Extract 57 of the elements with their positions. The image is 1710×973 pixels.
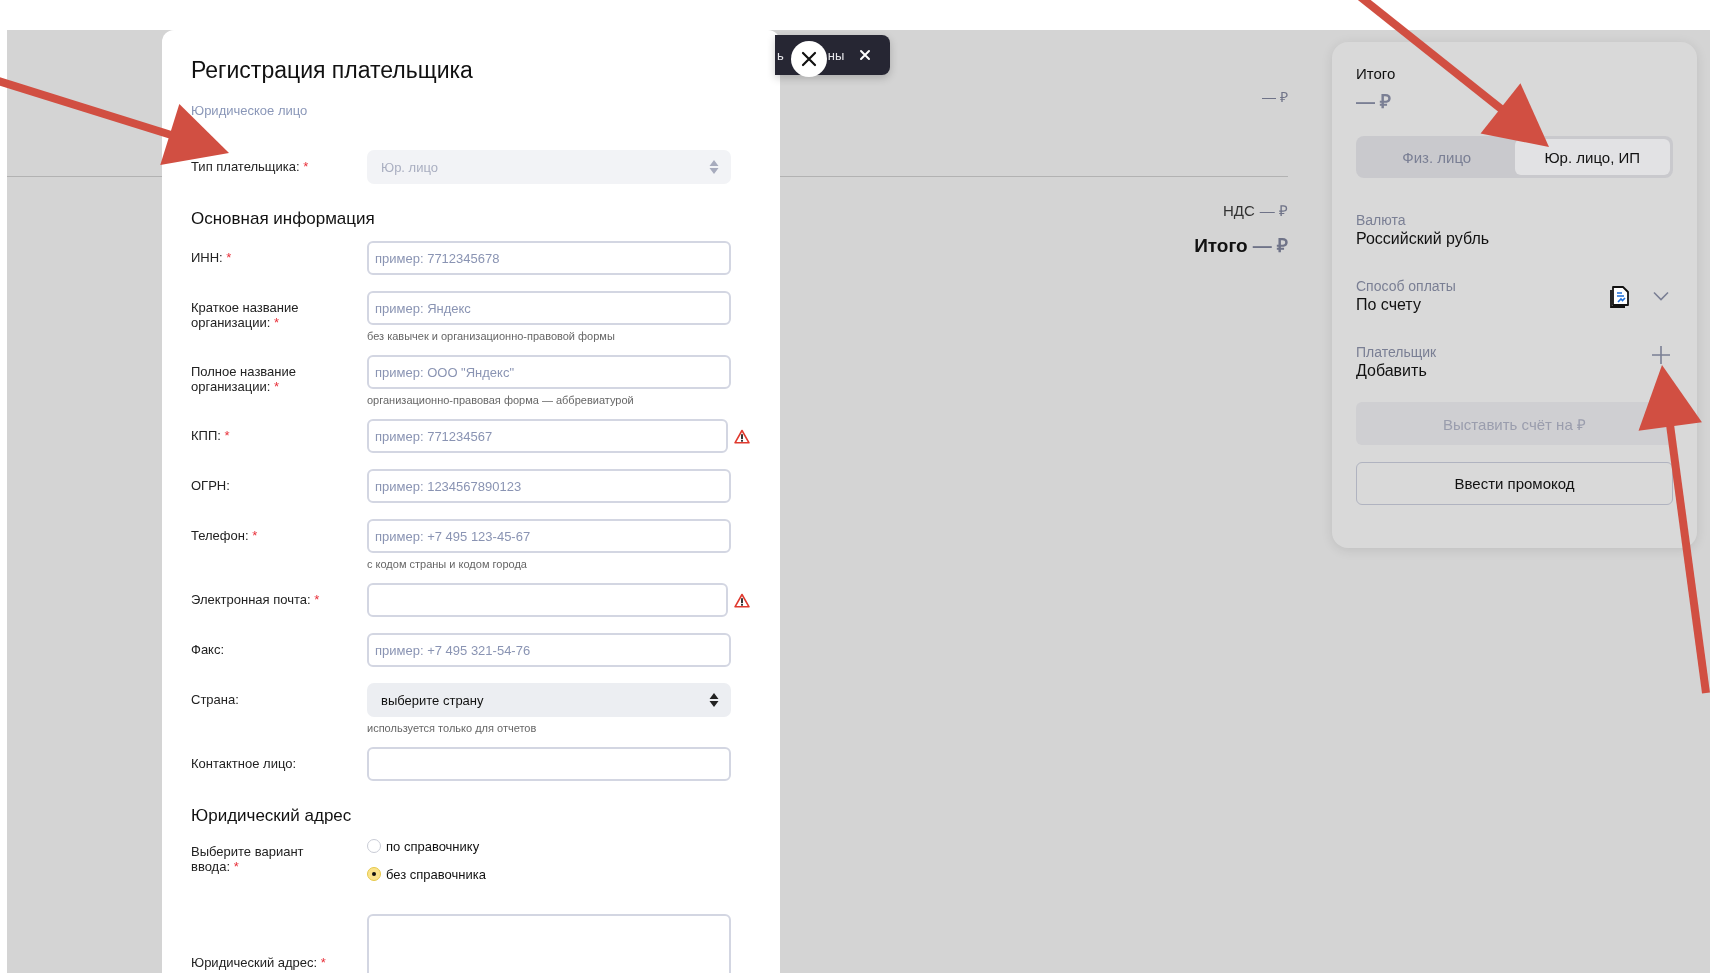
input-field[interactable]: пример: 771234567 bbox=[367, 419, 728, 453]
field-label: ИНН: * bbox=[191, 250, 232, 265]
field-value[interactable]: По счету bbox=[1356, 296, 1609, 314]
field-label: Краткое название организации: * bbox=[191, 300, 299, 330]
field-label: ОГРН: bbox=[191, 478, 230, 493]
field-caption: Валюта bbox=[1356, 212, 1407, 228]
total-label: Итого bbox=[1194, 235, 1248, 257]
hint-text: с кодом страны и кодом города bbox=[367, 557, 528, 571]
hint-text: организационно-правовая форма — аббревиатурой bbox=[367, 393, 635, 407]
input-field[interactable]: пример: 1234567890123 bbox=[367, 469, 731, 503]
subtitle-text: Юридическое лицо bbox=[191, 103, 309, 119]
segment-tab[interactable]: Юр. лицо, ИП bbox=[1514, 139, 1670, 175]
section-heading: Основная информация bbox=[191, 208, 376, 230]
input-field[interactable]: пример: Яндекс bbox=[367, 291, 731, 325]
field-label: Контактное лицо: bbox=[191, 756, 297, 771]
radio-label[interactable]: без справочника bbox=[386, 866, 486, 882]
total-label: Итого bbox=[1356, 65, 1397, 82]
field-label: Факс: bbox=[191, 642, 225, 657]
input-field[interactable] bbox=[367, 747, 731, 781]
input-field[interactable]: пример: ООО "Яндекс" bbox=[367, 355, 731, 389]
document-icon bbox=[1609, 284, 1631, 308]
field-label: Телефон: * bbox=[191, 528, 258, 543]
input-field[interactable]: пример: 7712345678 bbox=[367, 241, 731, 275]
field-value: Российский рубль bbox=[1356, 230, 1491, 248]
input-field[interactable] bbox=[367, 583, 728, 617]
section-heading: Юридический адрес bbox=[191, 805, 353, 827]
field-label: Полное название организации: * bbox=[191, 364, 296, 394]
vat-label: НДС bbox=[1223, 202, 1255, 219]
add-link[interactable]: Добавить bbox=[1356, 362, 1652, 380]
total-amount: — ₽ bbox=[1252, 234, 1288, 258]
toast-text: ны bbox=[827, 47, 845, 63]
sort-arrows-icon[interactable] bbox=[709, 693, 719, 707]
field-label: Электронная почта: * bbox=[191, 592, 320, 607]
field-label: Тип плательщика: * bbox=[191, 159, 309, 174]
radio-button[interactable] bbox=[367, 839, 381, 853]
field-label: Страна: bbox=[191, 692, 239, 707]
dialog-title: Регистрация плательщика bbox=[191, 56, 474, 84]
select-field[interactable]: выберите страну bbox=[367, 683, 731, 717]
plus-icon[interactable] bbox=[1652, 346, 1670, 364]
field-label: Выберите вариант ввода: * bbox=[191, 844, 304, 874]
field-label: Юридический адрес: * bbox=[191, 955, 326, 970]
field-caption: Способ оплаты bbox=[1356, 278, 1457, 294]
promo-code-button[interactable]: Ввести промокод bbox=[1356, 462, 1673, 505]
radio-button[interactable] bbox=[367, 867, 381, 881]
vat-amount: — ₽ bbox=[1259, 201, 1288, 220]
input-field[interactable]: пример: +7 495 123-45-67 bbox=[367, 519, 731, 553]
amount-text: — ₽ bbox=[1262, 88, 1288, 106]
total-amount: — ₽ bbox=[1356, 90, 1393, 114]
field-label: КПП: * bbox=[191, 428, 230, 443]
chevron-down-icon[interactable] bbox=[1653, 291, 1669, 301]
input-field[interactable]: пример: +7 495 321-54-76 bbox=[367, 633, 731, 667]
close-icon[interactable] bbox=[801, 51, 817, 67]
toast-text: ь bbox=[777, 47, 784, 63]
hint-text: без кавычек и организационно-правовой формы bbox=[367, 329, 616, 343]
hint-text: используется только для отчетов bbox=[367, 721, 538, 735]
field-caption: Плательщик bbox=[1356, 344, 1438, 360]
radio-label[interactable]: по справочнику bbox=[386, 838, 480, 854]
